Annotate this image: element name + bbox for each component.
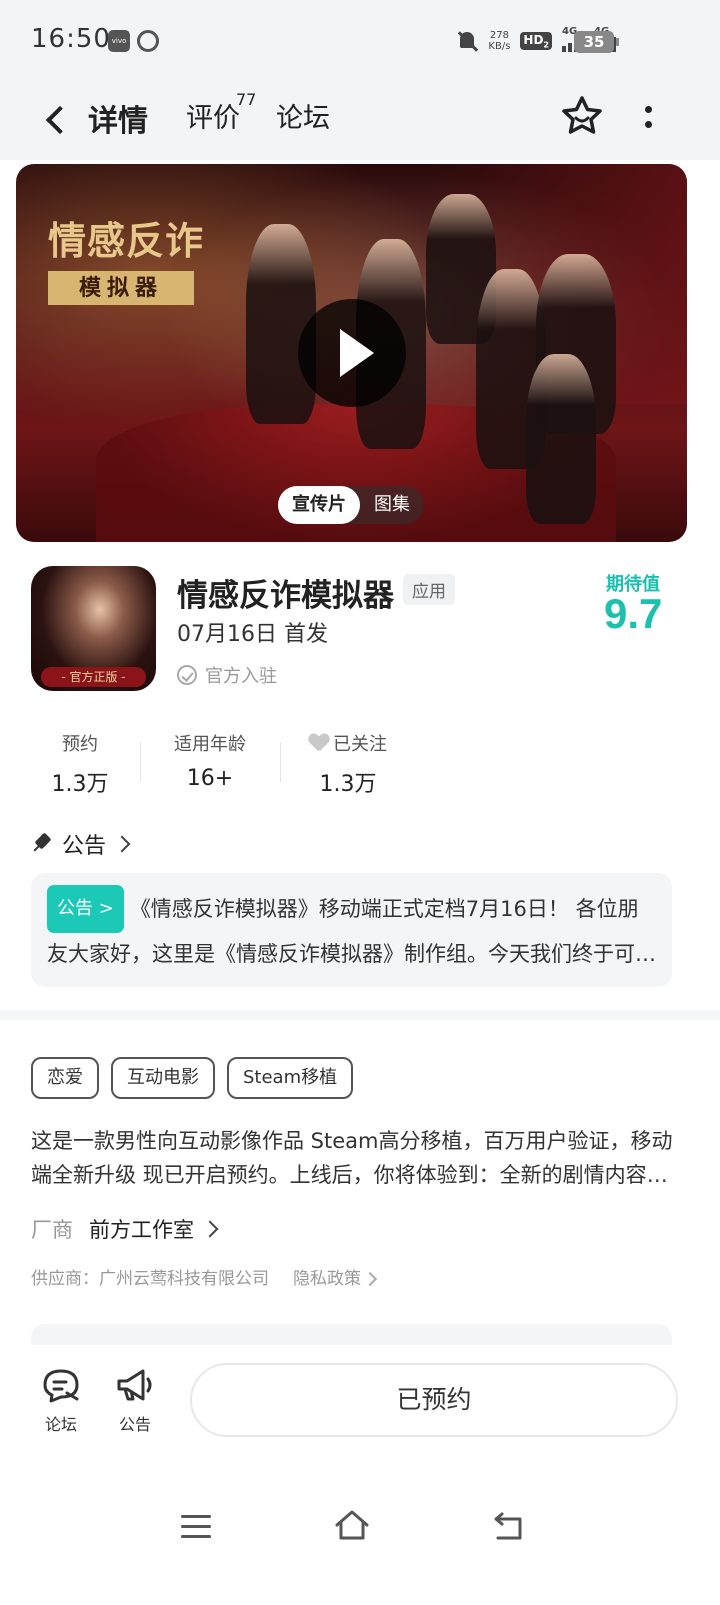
- system-nav-bar: [0, 1465, 720, 1605]
- top-nav: 详情 评价 77 论坛: [0, 86, 720, 160]
- verified-check-icon: [177, 665, 197, 685]
- megaphone-icon: [117, 1369, 152, 1401]
- expectation-score: 9.7: [604, 590, 663, 637]
- stat-reservations: 预约 1.3万: [40, 730, 120, 798]
- followed-label: 已关注: [333, 734, 387, 755]
- release-date: 07月16日 首发: [177, 622, 328, 647]
- media-tab-gallery[interactable]: 图集: [360, 486, 424, 524]
- net-speed-value: 278: [489, 30, 509, 41]
- tab-review-label: 评价: [186, 103, 240, 134]
- review-count-badge: 77: [236, 90, 257, 109]
- vendor-value-group: 前方工作室: [89, 1214, 219, 1244]
- stat-age-rating: 适用年龄 16+: [160, 730, 260, 791]
- announcement-content: 公告 > 《情感反诈模拟器》移动端正式定档7月16日！ 各位朋友大家好，这里是《情…: [47, 885, 656, 969]
- notice-button[interactable]: 公告: [110, 1365, 160, 1435]
- stat-divider: [140, 742, 141, 782]
- official-label: 官方入驻: [205, 666, 277, 687]
- section-separator: [0, 1010, 720, 1020]
- app-type-badge: 应用: [403, 574, 455, 605]
- chevron-right-icon: [362, 1271, 378, 1287]
- back-arrow-icon[interactable]: [42, 104, 72, 134]
- pin-icon: [32, 834, 52, 854]
- app-icon-ribbon: - 官方正版 -: [41, 667, 146, 687]
- home-icon[interactable]: [334, 1509, 370, 1541]
- stat-followers[interactable]: 已关注 1.3万: [300, 730, 396, 798]
- mute-bell-icon: [456, 30, 478, 52]
- privacy-label: 隐私政策: [293, 1269, 361, 1289]
- tag-list: 恋爱 互动电影 Steam移植: [31, 1057, 354, 1099]
- tab-forum[interactable]: 论坛: [276, 96, 330, 135]
- play-button[interactable]: [298, 299, 406, 407]
- tag-item[interactable]: Steam移植: [227, 1057, 354, 1099]
- app-name: 情感反诈模拟器: [177, 578, 394, 614]
- banner-title: 情感反诈 模拟器: [48, 210, 218, 305]
- tag-item[interactable]: 恋爱: [31, 1057, 99, 1099]
- vendor-row[interactable]: 厂商 前方工作室: [31, 1214, 219, 1244]
- status-time: 16:50: [31, 24, 111, 54]
- chevron-right-icon: [113, 835, 131, 853]
- hd-icon: HD2: [520, 31, 552, 51]
- stat-value: 1.3万: [319, 772, 377, 797]
- menu-icon[interactable]: [181, 1515, 211, 1539]
- privacy-policy-link[interactable]: 隐私政策: [293, 1264, 378, 1289]
- banner-figure: [526, 354, 596, 524]
- vivo-app-icon: vivo: [108, 30, 130, 52]
- media-tab-trailer[interactable]: 宣传片: [278, 486, 360, 524]
- notification-circle-icon: [137, 30, 159, 52]
- forum-label: 论坛: [44, 1415, 77, 1434]
- net-speed-unit: KB/s: [488, 41, 511, 52]
- reserved-button[interactable]: 已预约: [190, 1363, 678, 1437]
- net-speed: 278 KB/s: [488, 30, 510, 52]
- hd-sub: 2: [543, 40, 549, 50]
- stat-value: 1.3万: [51, 772, 109, 797]
- banner-subtitle-plate: 模拟器: [48, 271, 194, 305]
- vendor-name: 前方工作室: [89, 1218, 194, 1242]
- heart-icon: [309, 734, 329, 752]
- more-options-icon[interactable]: [636, 104, 660, 134]
- tab-detail-label: 详情: [88, 104, 148, 139]
- app-icon: - 官方正版 -: [31, 566, 156, 691]
- stat-value: 16+: [186, 766, 234, 791]
- banner-title-text: 情感反诈: [48, 218, 205, 263]
- media-switch: 宣传片 图集: [278, 486, 424, 524]
- stat-label: 已关注: [300, 730, 396, 756]
- tag-item[interactable]: 互动电影: [111, 1057, 215, 1099]
- chevron-right-icon: [201, 1220, 219, 1238]
- supplier-text: 供应商：广州云莺科技有限公司: [31, 1269, 269, 1289]
- forum-button[interactable]: 论坛: [36, 1365, 86, 1435]
- announcement-badge: 公告 >: [47, 885, 124, 933]
- battery-icon: 35: [574, 31, 619, 53]
- announcement-title: 公告: [62, 834, 107, 859]
- stat-label: 适用年龄: [174, 734, 246, 755]
- announcement-text: 《情感反诈模拟器》移动端正式定档7月16日！ 各位朋友大家好，这里是《情感反诈模…: [47, 897, 656, 966]
- notice-label: 公告: [118, 1415, 151, 1434]
- tab-review[interactable]: 评价 77: [186, 90, 256, 135]
- vendor-label: 厂商: [31, 1218, 73, 1242]
- announcement-header[interactable]: 公告: [32, 828, 131, 860]
- tab-detail[interactable]: 详情: [84, 96, 154, 140]
- stat-label: 预约: [62, 734, 98, 755]
- bottom-action-bar: 论坛 公告 已预约: [0, 1345, 720, 1465]
- announcement-card[interactable]: 公告 > 《情感反诈模拟器》移动端正式定档7月16日！ 各位朋友大家好，这里是《情…: [31, 873, 672, 987]
- forum-chat-icon: [43, 1369, 79, 1403]
- tab-forum-label: 论坛: [276, 103, 330, 134]
- favorite-star-icon[interactable]: [560, 94, 604, 138]
- official-verified: 官方入驻: [177, 662, 277, 688]
- supplier-row: 供应商：广州云莺科技有限公司 隐私政策: [31, 1264, 378, 1289]
- stat-divider: [280, 742, 281, 782]
- hd-label: HD: [523, 32, 544, 47]
- app-description[interactable]: 这是一款男性向互动影像作品 Steam高分移植，百万用户验证，移动端全新升级 现…: [31, 1124, 676, 1192]
- return-icon[interactable]: [492, 1511, 524, 1541]
- status-bar: 16:50 vivo 278 KB/s HD2 4G 4G 35: [0, 0, 720, 86]
- promo-video-banner[interactable]: 情感反诈 模拟器 宣传片 图集: [16, 164, 687, 542]
